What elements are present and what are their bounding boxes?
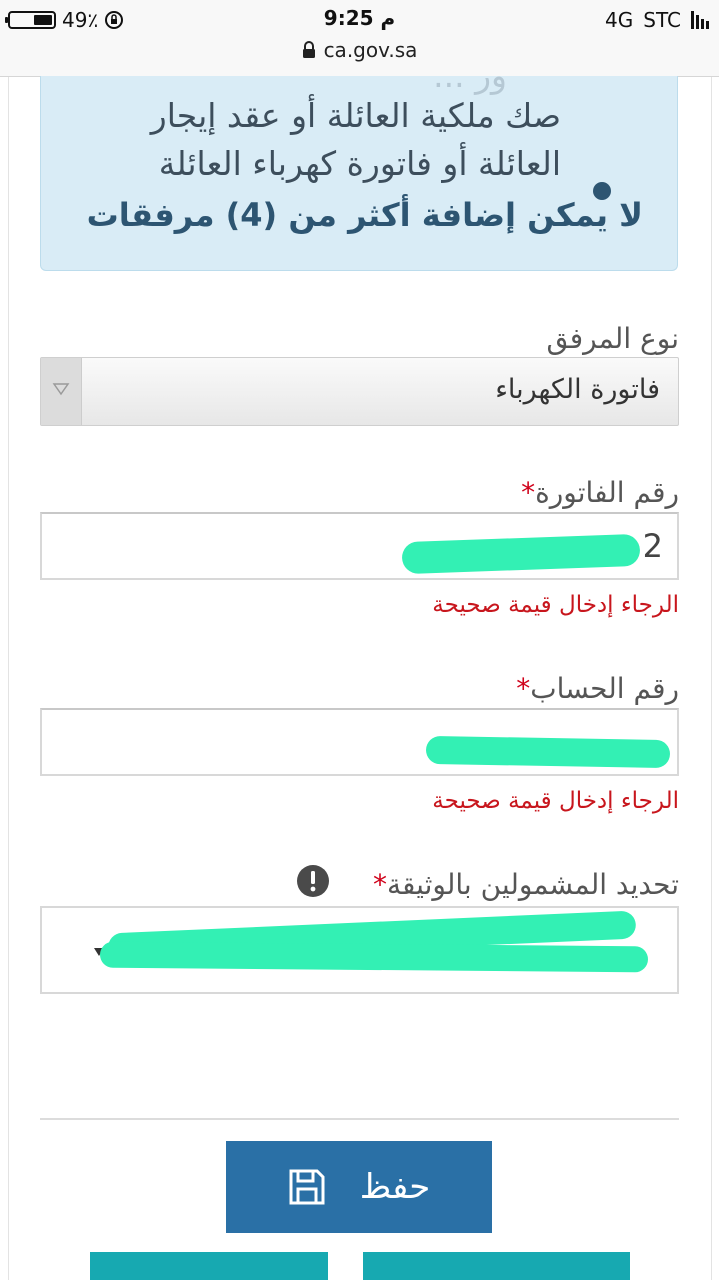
- max-attachments-note: لا يمكن إضافة أكثر من (4) مرفقات: [86, 196, 643, 234]
- account-number-label: رقم الحساب*: [516, 672, 679, 705]
- chevron-down-icon: [52, 383, 70, 396]
- floppy-disk-icon: [289, 1169, 325, 1205]
- signal-icon: [691, 11, 709, 29]
- carrier-name: STC: [643, 8, 681, 32]
- info-line-2: العائلة أو فاتورة كهرباء العائلة: [158, 144, 561, 183]
- save-label: حفظ: [359, 1167, 431, 1207]
- info-circle-icon[interactable]: [296, 864, 330, 898]
- required-mark: *: [372, 868, 387, 901]
- save-button[interactable]: حفظ: [226, 1141, 492, 1233]
- select-arrow[interactable]: [41, 358, 82, 425]
- invoice-number-value: 2: [642, 527, 663, 565]
- info-cut-line: ور ...: [433, 56, 507, 95]
- attachment-info-box: ور ... صك ملكية العائلة أو عقد إيجار الع…: [40, 56, 678, 271]
- redaction-mark: [99, 941, 649, 973]
- invoice-number-label: رقم الفاتورة*: [521, 476, 679, 509]
- info-line-1: صك ملكية العائلة أو عقد إيجار: [150, 96, 561, 135]
- network-type: 4G: [605, 8, 634, 32]
- secondary-button-right[interactable]: [363, 1252, 630, 1280]
- redaction-mark: [425, 735, 671, 769]
- invoice-error-message: الرجاء إدخال قيمة صحيحة: [432, 592, 679, 618]
- divider: [40, 1118, 679, 1120]
- required-mark: *: [521, 476, 536, 509]
- required-mark: *: [516, 672, 531, 705]
- attachment-type-select[interactable]: فاتورة الكهرباء: [40, 357, 679, 426]
- attachment-type-value: فاتورة الكهرباء: [495, 374, 660, 405]
- secondary-button-left[interactable]: [90, 1252, 328, 1280]
- beneficiaries-label: تحديد المشمولين بالوثيقة*: [372, 868, 679, 901]
- attachment-type-label: نوع المرفق: [546, 322, 679, 355]
- account-error-message: الرجاء إدخال قيمة صحيحة: [432, 788, 679, 814]
